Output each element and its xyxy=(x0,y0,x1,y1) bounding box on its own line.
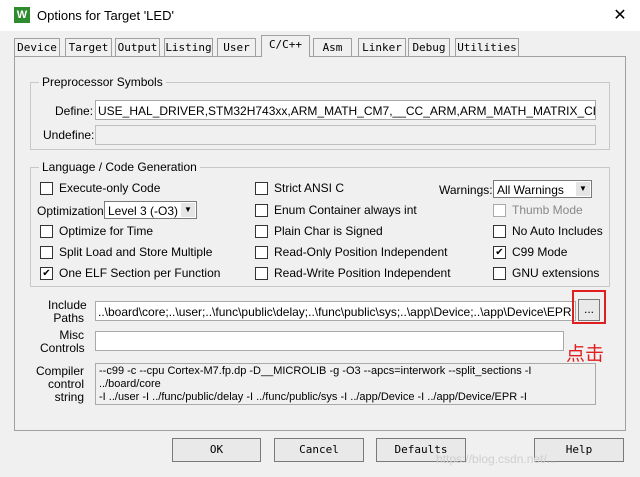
rw-pi-label: Read-Write Position Independent xyxy=(274,266,451,280)
split-load-label: Split Load and Store Multiple xyxy=(59,245,213,259)
optimize-time-checkbox[interactable]: Optimize for Time xyxy=(40,224,153,238)
c99-mode-label: C99 Mode xyxy=(512,245,568,259)
checkbox-box[interactable] xyxy=(255,224,268,238)
checkbox-box[interactable] xyxy=(493,203,506,217)
misc-controls-label: Misc Controls xyxy=(40,329,85,355)
tab-utilities[interactable]: Utilities xyxy=(455,38,519,56)
execute-only-label: Execute-only Code xyxy=(59,181,161,195)
no-auto-includes-checkbox[interactable]: No Auto Includes xyxy=(493,224,603,238)
strict-ansi-checkbox[interactable]: Strict ANSI C xyxy=(255,181,344,195)
chevron-down-icon[interactable]: ▼ xyxy=(576,182,590,196)
plain-char-checkbox[interactable]: Plain Char is Signed xyxy=(255,224,383,238)
execute-only-checkbox[interactable]: Execute-only Code xyxy=(40,181,160,195)
checkbox-box[interactable] xyxy=(493,224,506,238)
include-paths-field[interactable]: ..\board\core;..\user;..\func\public\del… xyxy=(95,301,576,321)
title-bar: W Options for Target 'LED' ✕ xyxy=(0,0,640,31)
thumb-mode-label: Thumb Mode xyxy=(512,203,583,217)
checkmark-icon[interactable]: ✔ xyxy=(40,266,53,280)
click-annotation: 点击 xyxy=(566,344,605,365)
tab-linker[interactable]: Linker xyxy=(358,38,406,56)
no-auto-includes-label: No Auto Includes xyxy=(512,224,603,238)
checkbox-box[interactable] xyxy=(40,245,53,259)
paths-label-line: Paths xyxy=(53,311,84,325)
define-field[interactable]: USE_HAL_DRIVER,STM32H743xx,ARM_MATH_CM7,… xyxy=(95,100,596,120)
ok-button[interactable]: OK xyxy=(172,438,261,462)
undefine-label: Undefine: xyxy=(43,128,95,142)
define-label: Define: xyxy=(55,104,94,118)
rw-pi-checkbox[interactable]: Read-Write Position Independent xyxy=(255,266,451,280)
watermark: https://blog.csdn.net/... xyxy=(436,452,557,466)
app-logo-icon: W xyxy=(14,7,30,23)
enum-container-label: Enum Container always int xyxy=(274,203,417,217)
tab-c-cpp[interactable]: C/C++ xyxy=(261,35,310,57)
warnings-label: Warnings: xyxy=(439,183,493,197)
enum-container-checkbox[interactable]: Enum Container always int xyxy=(255,203,417,217)
ro-pi-checkbox[interactable]: Read-Only Position Independent xyxy=(255,245,447,259)
tab-target[interactable]: Target xyxy=(65,38,112,56)
checkbox-box[interactable] xyxy=(255,245,268,259)
cancel-button[interactable]: Cancel xyxy=(274,438,364,462)
tab-debug[interactable]: Debug xyxy=(408,38,450,56)
optimization-label: Optimization: xyxy=(37,204,108,218)
preprocessor-group-title: Preprocessor Symbols xyxy=(39,75,166,89)
warnings-select[interactable]: All Warnings ▼ xyxy=(493,180,592,198)
window-title: Options for Target 'LED' xyxy=(37,8,174,23)
one-elf-checkbox[interactable]: ✔ One ELF Section per Function xyxy=(40,266,220,280)
tab-output[interactable]: Output xyxy=(115,38,160,56)
split-load-checkbox[interactable]: Split Load and Store Multiple xyxy=(40,245,212,259)
warnings-value: All Warnings xyxy=(497,183,564,197)
gnu-extensions-checkbox[interactable]: GNU extensions xyxy=(493,266,599,280)
thumb-mode-checkbox[interactable]: Thumb Mode xyxy=(493,203,583,217)
undefine-field[interactable] xyxy=(95,125,596,145)
tab-asm[interactable]: Asm xyxy=(313,38,352,56)
highlight-box xyxy=(572,290,606,324)
compiler-string-line-1: --c99 -c --cpu Cortex-M7.fp.dp -D__MICRO… xyxy=(99,365,532,390)
language-group-title: Language / Code Generation xyxy=(39,160,200,174)
string-label-line: string xyxy=(54,390,84,404)
tab-user[interactable]: User xyxy=(217,38,256,56)
checkbox-box[interactable] xyxy=(255,203,268,217)
checkbox-box[interactable] xyxy=(40,224,53,238)
checkbox-box[interactable] xyxy=(493,266,506,280)
checkbox-box[interactable] xyxy=(255,266,268,280)
checkbox-box[interactable] xyxy=(255,181,268,195)
misc-controls-field[interactable] xyxy=(95,331,564,351)
include-paths-label: Include Paths xyxy=(48,299,87,325)
checkmark-icon[interactable]: ✔ xyxy=(493,245,506,259)
optimize-time-label: Optimize for Time xyxy=(59,224,154,238)
c99-mode-checkbox[interactable]: ✔ C99 Mode xyxy=(493,245,567,259)
chevron-down-icon[interactable]: ▼ xyxy=(181,203,195,217)
strict-ansi-label: Strict ANSI C xyxy=(274,181,345,195)
tab-listing[interactable]: Listing xyxy=(164,38,213,56)
compiler-control-label: Compiler control string xyxy=(34,365,84,404)
plain-char-label: Plain Char is Signed xyxy=(274,224,383,238)
ro-pi-label: Read-Only Position Independent xyxy=(274,245,448,259)
optimization-select[interactable]: Level 3 (-O3) ▼ xyxy=(104,201,197,219)
optimization-value: Level 3 (-O3) xyxy=(108,204,179,218)
one-elf-label: One ELF Section per Function xyxy=(59,266,221,280)
compiler-string-line-2: -I ../user -I ../func/public/delay -I ..… xyxy=(99,391,527,403)
close-icon[interactable]: ✕ xyxy=(600,0,640,31)
tab-device[interactable]: Device xyxy=(14,38,60,56)
gnu-extensions-label: GNU extensions xyxy=(512,266,600,280)
compiler-control-string[interactable]: --c99 -c --cpu Cortex-M7.fp.dp -D__MICRO… xyxy=(95,363,596,405)
controls-label-line: Controls xyxy=(40,341,85,355)
checkbox-box[interactable] xyxy=(40,181,53,195)
